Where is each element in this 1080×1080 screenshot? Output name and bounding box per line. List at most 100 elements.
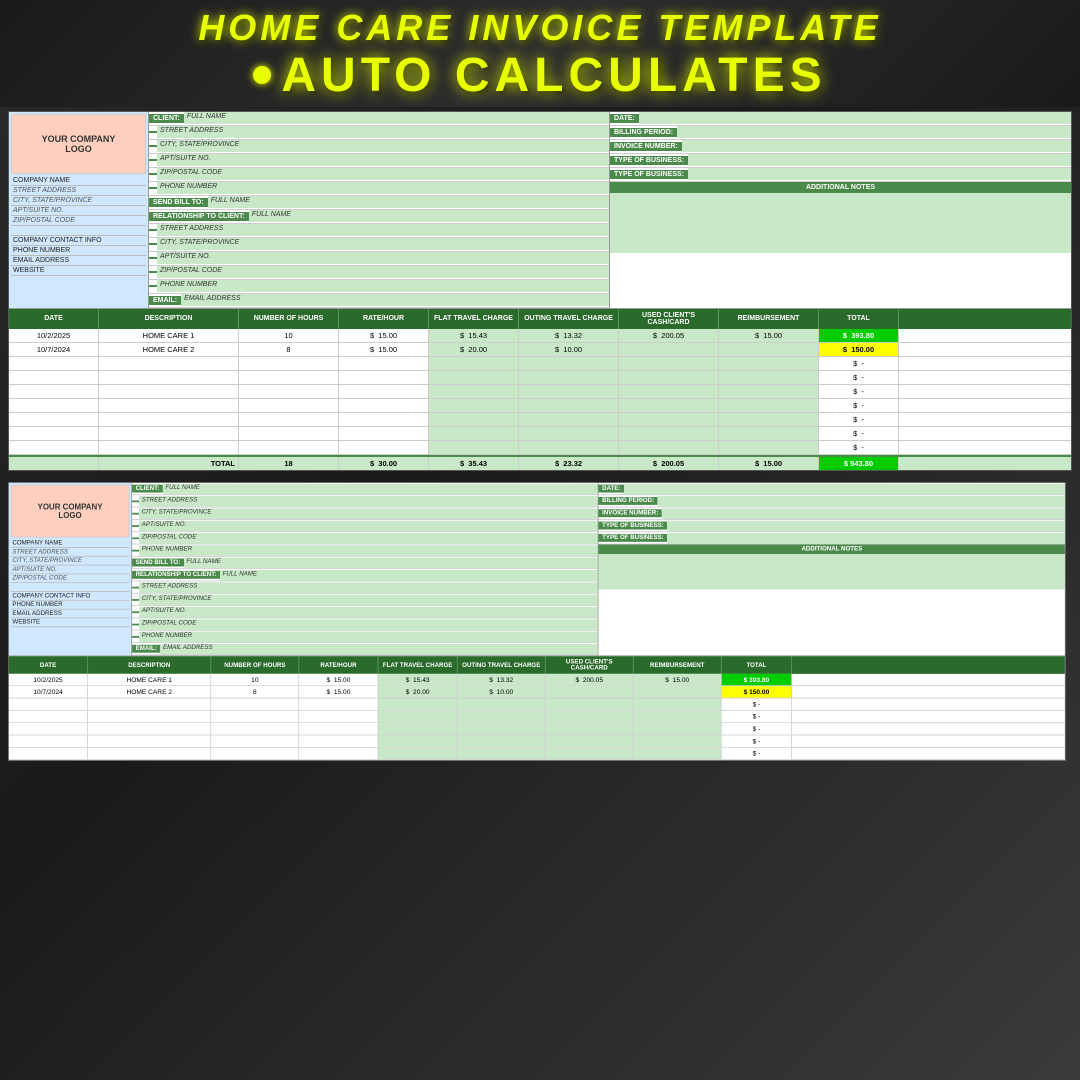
invoice1-wrapper: YOUR COMPANYLOGO COMPANY NAME STREET ADD… (0, 107, 1080, 480)
client-city: CITY, STATE/PROVINCE (157, 140, 609, 152)
total-amount: $ 543.80 (819, 457, 899, 470)
td-total-1: $ 393.80 (819, 329, 899, 342)
invoice1-block: YOUR COMPANYLOGO COMPANY NAME STREET ADD… (8, 111, 1072, 471)
client-label: CLIENT: (149, 114, 184, 123)
td-rate-1: $ 15.00 (339, 329, 429, 342)
email-value: EMAIL ADDRESS (181, 294, 609, 306)
table-row: 10/2/2025 HOME CARE 1 10 $ 15.00 $ 15.43… (9, 329, 1071, 343)
td-date-2: 10/7/2024 (9, 343, 99, 356)
client-col: CLIENT: FULL NAME STREET ADDRESS CITY, S… (149, 112, 610, 308)
th-reimb: REIMBURSEMENT (719, 309, 819, 329)
td-date-1: 10/2/2025 (9, 329, 99, 342)
company-zip: ZIP/POSTAL CODE (11, 216, 146, 226)
type2-value (688, 168, 1071, 180)
company-city-2: CITY, STATE/PROVINCE (11, 556, 130, 565)
subtitle: AUTO CALCULATES (10, 48, 1070, 103)
type1-value (688, 154, 1071, 166)
client-row-zip: ZIP/POSTAL CODE (149, 168, 609, 182)
total-used: $ 200.05 (619, 457, 719, 470)
company-phone-2: PHONE NUMBER (11, 600, 130, 609)
invoice-label: INVOICE NUMBER: (610, 142, 682, 151)
additional-notes-body (610, 193, 1071, 253)
company-email-2: EMAIL ADDRESS (11, 609, 130, 618)
td-reimb-2 (719, 343, 819, 356)
table-row: $ - (9, 427, 1071, 441)
td-used-2 (619, 343, 719, 356)
client-row-relationship: RELATIONSHIP TO CLIENT: FULL NAME (149, 210, 609, 224)
td-desc-3 (99, 357, 239, 370)
table-row: $ - (9, 371, 1071, 385)
page-container: HOME CARE INVOICE TEMPLATE AUTO CALCULAT… (0, 0, 1080, 806)
email-label: EMAIL: (149, 296, 181, 305)
client-fullname: FULL NAME (184, 112, 609, 124)
invoice2-wrapper: YOUR COMPANYLOGO COMPANY NAME STREET ADD… (0, 480, 1080, 806)
billing-value (677, 126, 1071, 138)
td-date-3 (9, 357, 99, 370)
client-row-rel-street: STREET ADDRESS (149, 224, 609, 238)
company-website-2: WEBSITE (11, 618, 130, 627)
th-hours: NUMBER OF HOURS (239, 309, 339, 329)
client-row-email: EMAIL: EMAIL ADDRESS (149, 294, 609, 308)
invoice-value (682, 140, 1071, 152)
td-outing-1: $ 13.32 (519, 329, 619, 342)
td-outing-3 (519, 357, 619, 370)
total-row: TOTAL 18 $ 30.00 $ 35.43 $ 23.32 $ 200.0… (9, 455, 1071, 470)
td-rate-3 (339, 357, 429, 370)
company-phone: PHONE NUMBER (11, 246, 146, 256)
td-flat-2: $ 20.00 (429, 343, 519, 356)
total-label: TOTAL (99, 457, 239, 470)
company-apt: APT/SUITE NO. (11, 206, 146, 216)
client-row-rel-city: CITY, STATE/PROVINCE (149, 238, 609, 252)
client-col-2: CLIENT:FULL NAME STREET ADDRESS CITY, ST… (132, 482, 599, 654)
right-type2-row: TYPE OF BUSINESS: (610, 168, 1071, 182)
type1-label: TYPE OF BUSINESS: (610, 156, 688, 165)
td-rate-2: $ 15.00 (339, 343, 429, 356)
table-row: 10/2/2025 HOME CARE 1 10 $ 15.00 $ 15.43… (9, 673, 1065, 685)
td-used-1: $ 200.05 (619, 329, 719, 342)
company-col-2: YOUR COMPANYLOGO COMPANY NAME STREET ADD… (9, 482, 132, 654)
td-hours-3 (239, 357, 339, 370)
right-date-row: DATE: (610, 112, 1071, 126)
table-row: $ - (9, 413, 1071, 427)
rel-zip: ZIP/POSTAL CODE (157, 266, 609, 278)
table-area-2: DATE DESCRIPTION NUMBER OF HOURS RATE/HO… (9, 656, 1065, 760)
sendbill-name: FULL NAME (208, 196, 609, 208)
client-row-rel-zip: ZIP/POSTAL CODE (149, 266, 609, 280)
client-phone: PHONE NUMBER (157, 182, 609, 194)
client-row-rel-apt: APT/SUITE NO. (149, 252, 609, 266)
header-section: HOME CARE INVOICE TEMPLATE AUTO CALCULAT… (0, 0, 1080, 107)
td-reimb-3 (719, 357, 819, 370)
table-row: 10/7/2024 HOME CARE 2 8 $ 15.00 $ 20.00 … (9, 686, 1065, 698)
company-city: CITY, STATE/PROVINCE (11, 196, 146, 206)
billing-label: BILLING PERIOD: (610, 128, 677, 137)
main-title: HOME CARE INVOICE TEMPLATE (10, 8, 1070, 48)
rel-phone: PHONE NUMBER (157, 280, 609, 292)
client-label-blank3 (149, 159, 157, 161)
company-name: COMPANY NAME (11, 176, 146, 186)
company-col: YOUR COMPANYLOGO COMPANY NAME STREET ADD… (9, 112, 149, 308)
invoice2-block: YOUR COMPANYLOGO COMPANY NAME STREET ADD… (8, 482, 1066, 761)
rel-label-blank5 (149, 285, 157, 287)
company-website: WEBSITE (11, 266, 146, 276)
rel-city: CITY, STATE/PROVINCE (157, 238, 609, 250)
relationship-name: FULL NAME (249, 210, 609, 222)
td-desc-1: HOME CARE 1 (99, 329, 239, 342)
td-flat-3 (429, 357, 519, 370)
total-hours: 18 (239, 457, 339, 470)
total-flat: $ 35.43 (429, 457, 519, 470)
client-street: STREET ADDRESS (157, 126, 609, 138)
td-total-3: $ - (819, 357, 899, 370)
company-contact-info-2: COMPANY CONTACT INFO (11, 592, 130, 601)
total-rate: $ 30.00 (339, 457, 429, 470)
td-reimb-1: $ 15.00 (719, 329, 819, 342)
company-street: STREET ADDRESS (11, 186, 146, 196)
th-rate: RATE/HOUR (339, 309, 429, 329)
client-label-blank5 (149, 187, 157, 189)
company-street-2: STREET ADDRESS (11, 548, 130, 557)
table-row: $ - (9, 357, 1071, 371)
logo-box: YOUR COMPANYLOGO (11, 114, 146, 174)
right-invoice-row: INVOICE NUMBER: (610, 140, 1071, 154)
info-area: YOUR COMPANYLOGO COMPANY NAME STREET ADD… (9, 112, 1071, 309)
client-row-street: STREET ADDRESS (149, 126, 609, 140)
client-row-rel-phone: PHONE NUMBER (149, 280, 609, 294)
